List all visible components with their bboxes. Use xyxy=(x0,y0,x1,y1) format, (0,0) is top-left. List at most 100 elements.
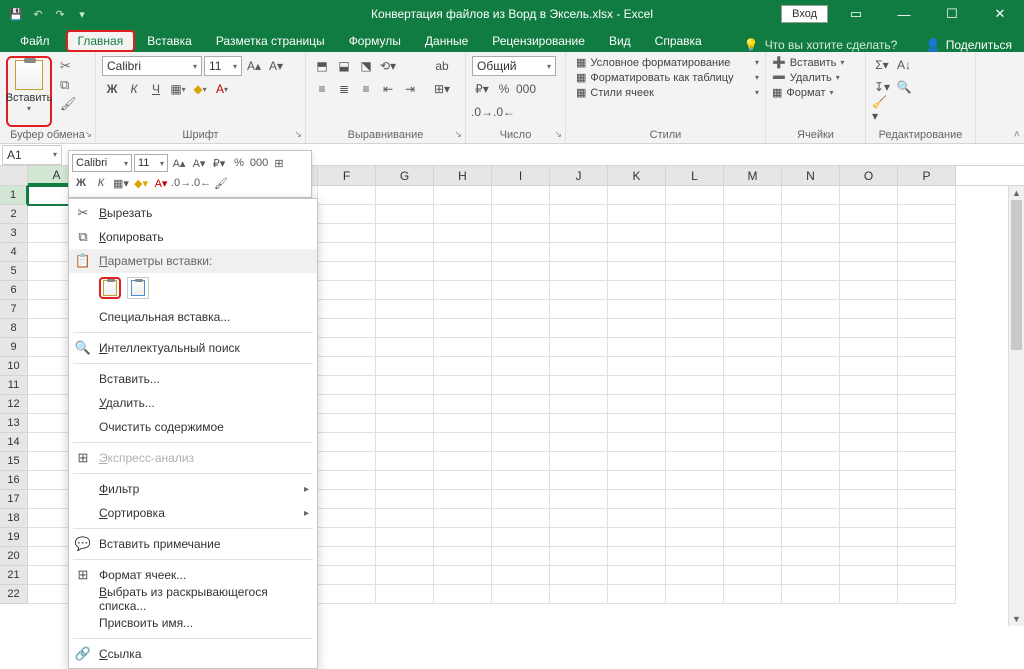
tab-insert[interactable]: Вставка xyxy=(135,30,204,52)
cell[interactable] xyxy=(318,452,376,471)
mini-fill-color-icon[interactable]: ◆▾ xyxy=(132,174,150,192)
cell[interactable] xyxy=(724,433,782,452)
cell[interactable] xyxy=(608,319,666,338)
row-header[interactable]: 22 xyxy=(0,585,28,604)
cell[interactable] xyxy=(608,186,666,205)
cell[interactable] xyxy=(782,395,840,414)
cell[interactable] xyxy=(898,566,956,585)
cell[interactable] xyxy=(492,395,550,414)
ctx-cut[interactable]: ✂Вырезать xyxy=(69,201,317,225)
cell[interactable] xyxy=(376,281,434,300)
cell[interactable] xyxy=(550,452,608,471)
cell[interactable] xyxy=(724,300,782,319)
cell[interactable] xyxy=(782,186,840,205)
column-header[interactable]: N xyxy=(782,166,840,185)
maximize-icon[interactable]: ☐ xyxy=(932,0,972,28)
column-header[interactable]: K xyxy=(608,166,666,185)
cell[interactable] xyxy=(666,490,724,509)
cell[interactable] xyxy=(898,338,956,357)
cell[interactable] xyxy=(666,376,724,395)
sign-in-button[interactable]: Вход xyxy=(781,5,828,23)
cell[interactable] xyxy=(782,224,840,243)
scroll-up-icon[interactable]: ▲ xyxy=(1009,186,1024,200)
font-color-icon[interactable]: A▾ xyxy=(212,79,232,99)
cell[interactable] xyxy=(492,547,550,566)
ctx-link[interactable]: 🔗Ссылка xyxy=(69,642,317,666)
mini-bold-button[interactable]: Ж xyxy=(72,174,90,192)
cell[interactable] xyxy=(492,281,550,300)
paste-button[interactable]: Вставить ▾ xyxy=(6,56,52,127)
number-dialog-launcher-icon[interactable]: ↘ xyxy=(554,129,562,140)
paste-match-dest-button[interactable] xyxy=(127,277,149,299)
ctx-format-cells[interactable]: ⊞Формат ячеек... xyxy=(69,563,317,587)
cell[interactable] xyxy=(376,319,434,338)
cell[interactable] xyxy=(318,376,376,395)
cell[interactable] xyxy=(724,585,782,604)
ctx-smart-lookup[interactable]: 🔍Интеллектуальный поиск xyxy=(69,336,317,360)
cell[interactable] xyxy=(550,243,608,262)
font-name-selector[interactable]: Calibri▾ xyxy=(102,56,202,76)
cell[interactable] xyxy=(376,490,434,509)
cell[interactable] xyxy=(898,547,956,566)
cell[interactable] xyxy=(724,395,782,414)
cell[interactable] xyxy=(434,338,492,357)
cell[interactable] xyxy=(840,224,898,243)
cell[interactable] xyxy=(376,414,434,433)
cell[interactable] xyxy=(898,528,956,547)
cell[interactable] xyxy=(608,471,666,490)
cell[interactable] xyxy=(666,528,724,547)
row-header[interactable]: 13 xyxy=(0,414,28,433)
close-icon[interactable]: ✕ xyxy=(980,0,1020,28)
clipboard-dialog-launcher-icon[interactable]: ↘ xyxy=(84,129,92,140)
cell[interactable] xyxy=(434,300,492,319)
cell[interactable] xyxy=(434,262,492,281)
underline-button[interactable]: Ч xyxy=(146,79,166,99)
tell-me-search[interactable]: 💡 Что вы хотите сделать? xyxy=(744,38,898,52)
cell[interactable] xyxy=(492,300,550,319)
row-header[interactable]: 21 xyxy=(0,566,28,585)
cell[interactable] xyxy=(666,357,724,376)
align-bottom-icon[interactable]: ⬔ xyxy=(356,56,376,76)
mini-merge-icon[interactable]: ⊞ xyxy=(270,154,288,172)
cell[interactable] xyxy=(782,528,840,547)
ctx-filter[interactable]: Фильтр▸ xyxy=(69,477,317,501)
cell[interactable] xyxy=(608,281,666,300)
scrollbar-thumb[interactable] xyxy=(1011,200,1022,350)
cell[interactable] xyxy=(492,509,550,528)
borders-icon[interactable]: ▦▾ xyxy=(168,79,188,99)
tab-layout[interactable]: Разметка страницы xyxy=(204,30,337,52)
cell[interactable] xyxy=(608,205,666,224)
cell[interactable] xyxy=(492,452,550,471)
cell[interactable] xyxy=(840,395,898,414)
cell[interactable] xyxy=(840,338,898,357)
cell[interactable] xyxy=(840,509,898,528)
mini-font-size[interactable]: 11▾ xyxy=(134,154,168,172)
cell[interactable] xyxy=(434,319,492,338)
cell[interactable] xyxy=(608,452,666,471)
cell[interactable] xyxy=(318,319,376,338)
column-header[interactable]: J xyxy=(550,166,608,185)
cell[interactable] xyxy=(898,243,956,262)
column-header[interactable]: L xyxy=(666,166,724,185)
tab-help[interactable]: Справка xyxy=(643,30,714,52)
cell[interactable] xyxy=(666,186,724,205)
cell[interactable] xyxy=(666,300,724,319)
cell[interactable] xyxy=(782,338,840,357)
cell[interactable] xyxy=(666,452,724,471)
cell[interactable] xyxy=(898,300,956,319)
cell[interactable] xyxy=(550,509,608,528)
save-icon[interactable]: 💾 xyxy=(6,4,26,24)
column-header[interactable]: F xyxy=(318,166,376,185)
scroll-down-icon[interactable]: ▼ xyxy=(1009,612,1024,626)
cell[interactable] xyxy=(782,471,840,490)
column-header[interactable]: O xyxy=(840,166,898,185)
cell[interactable] xyxy=(318,205,376,224)
cell[interactable] xyxy=(376,509,434,528)
sort-filter-icon[interactable]: A↓ xyxy=(894,56,914,74)
cell[interactable] xyxy=(434,281,492,300)
cell[interactable] xyxy=(666,205,724,224)
cell[interactable] xyxy=(318,300,376,319)
cell[interactable] xyxy=(608,300,666,319)
cell[interactable] xyxy=(724,338,782,357)
cell[interactable] xyxy=(492,376,550,395)
